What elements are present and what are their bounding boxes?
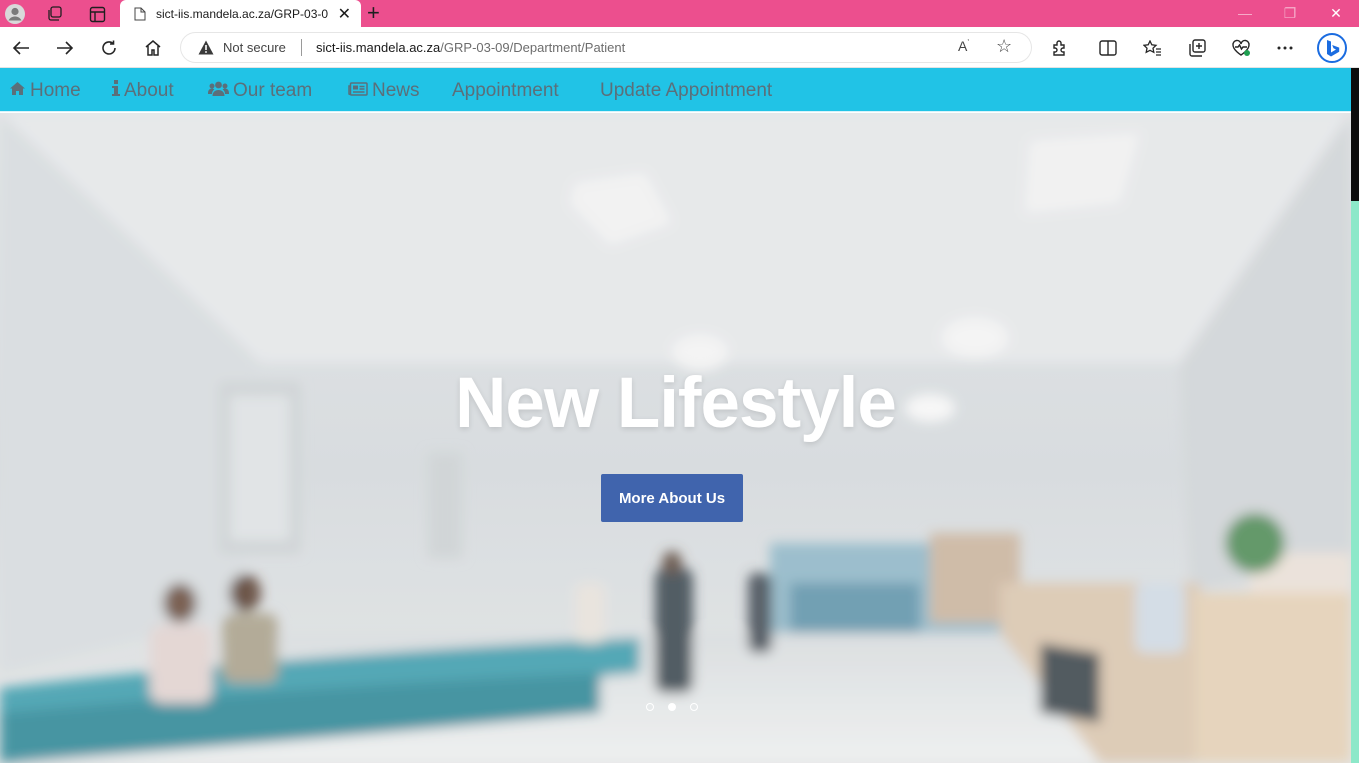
profile-icon[interactable] — [3, 3, 27, 25]
window-close-icon[interactable]: ✕ — [1313, 2, 1359, 24]
tab-title: sict-iis.mandela.ac.za/GRP-03-09/Departm… — [156, 6, 328, 21]
collections-icon[interactable] — [1184, 35, 1210, 61]
minimize-icon[interactable]: — — [1222, 2, 1268, 24]
home-icon — [9, 80, 26, 102]
carousel-dot-3[interactable] — [690, 703, 698, 711]
nav-our-team-label: Our team — [233, 80, 313, 101]
back-icon[interactable] — [8, 35, 34, 61]
users-icon — [208, 80, 229, 102]
nav-home[interactable]: Home — [9, 80, 81, 102]
nav-our-team[interactable]: Our team — [208, 80, 312, 102]
nav-update-appointment-label: Update Appointment — [600, 80, 773, 101]
scrollbar-thumb[interactable] — [1351, 68, 1359, 201]
hero-title: New Lifestyle — [455, 364, 897, 443]
carousel-dot-1[interactable] — [646, 703, 654, 711]
home-browser-icon[interactable] — [140, 35, 166, 61]
active-tab[interactable]: sict-iis.mandela.ac.za/GRP-03-09/Departm… — [120, 0, 361, 27]
favorite-star-icon[interactable]: ☆ — [996, 36, 1012, 57]
hero-carousel: New Lifestyle More About Us — [0, 113, 1351, 763]
warning-icon[interactable] — [198, 40, 214, 55]
new-tab-button[interactable]: + — [367, 1, 380, 25]
newspaper-icon — [348, 80, 368, 102]
more-about-us-button[interactable]: More About Us — [601, 474, 743, 522]
page-icon — [134, 7, 146, 20]
browser-essentials-icon[interactable] — [1228, 35, 1254, 61]
bing-chat-icon[interactable] — [1316, 32, 1348, 64]
browser-toolbar: Not secure sict-iis.mandela.ac.za/GRP-03… — [0, 27, 1359, 68]
extensions-icon[interactable] — [1047, 35, 1073, 61]
nav-update-appointment[interactable]: Update Appointment — [600, 80, 772, 102]
nav-news[interactable]: News — [348, 80, 420, 102]
url-text[interactable]: sict-iis.mandela.ac.za/GRP-03-09/Departm… — [316, 40, 625, 55]
nav-appointment-label: Appointment — [452, 80, 559, 101]
browser-title-bar: sict-iis.mandela.ac.za/GRP-03-09/Departm… — [0, 0, 1359, 27]
more-menu-icon[interactable] — [1272, 35, 1298, 61]
security-label[interactable]: Not secure — [223, 40, 286, 55]
refresh-icon[interactable] — [96, 35, 122, 61]
restore-icon[interactable]: ❐ — [1267, 2, 1313, 24]
nav-about[interactable]: About — [112, 80, 174, 102]
forward-icon[interactable] — [52, 35, 78, 61]
close-tab-icon[interactable]: ✕ — [338, 4, 351, 24]
nav-news-label: News — [372, 80, 420, 101]
address-bar[interactable]: Not secure sict-iis.mandela.ac.za/GRP-03… — [180, 32, 1032, 63]
nav-about-label: About — [124, 80, 174, 101]
workspaces-icon[interactable] — [43, 3, 67, 25]
info-icon — [112, 80, 120, 102]
nav-appointment[interactable]: Appointment — [452, 80, 559, 102]
split-screen-icon[interactable] — [1095, 35, 1121, 61]
read-aloud-icon[interactable]: Aʼ — [958, 38, 969, 54]
site-nav: Home About Our team News Appointment Upd… — [0, 68, 1351, 112]
tab-actions-icon[interactable] — [85, 3, 109, 25]
url-path: /GRP-03-09/Department/Patient — [440, 40, 626, 55]
carousel-dot-2[interactable] — [668, 703, 676, 711]
address-separator — [301, 39, 302, 56]
nav-home-label: Home — [30, 80, 81, 101]
url-host: sict-iis.mandela.ac.za — [316, 40, 441, 55]
favorites-icon[interactable] — [1139, 35, 1165, 61]
